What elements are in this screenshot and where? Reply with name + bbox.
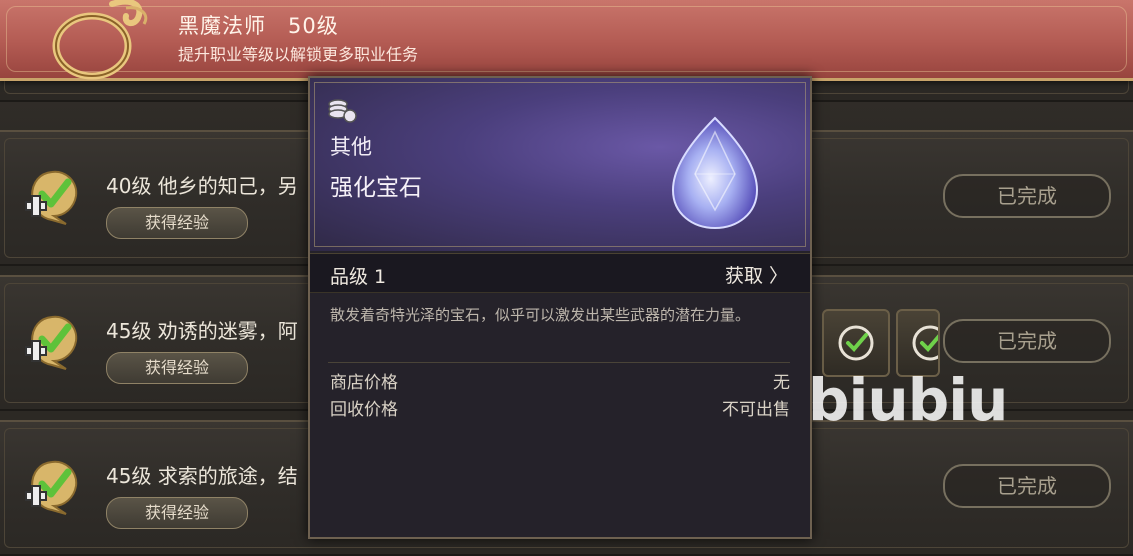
quest-check-icon bbox=[25, 460, 78, 515]
recycle-price-value: 不可出售 bbox=[722, 400, 790, 420]
job-title: 黑魔法师 50级 bbox=[178, 14, 339, 38]
item-category: 其他 bbox=[330, 135, 372, 159]
item-tooltip-banner: 其他 强化宝石 bbox=[310, 78, 810, 251]
item-name: 强化宝石 bbox=[330, 175, 422, 201]
get-exp-button[interactable]: 获得经验 bbox=[106, 352, 248, 384]
quest-title: 45级 劝诱的迷雾，阿 bbox=[106, 319, 298, 343]
item-tooltip: 其他 强化宝石 品级 1 获取 〉 散发着奇特光泽的宝石，似乎可以激发出某些武器… bbox=[308, 76, 812, 539]
completed-button[interactable]: 已完成 bbox=[943, 319, 1111, 363]
watermark: biubiu bbox=[808, 366, 1008, 434]
enhancement-gem-icon bbox=[671, 116, 759, 230]
recycle-price-label: 回收价格 bbox=[330, 400, 398, 420]
coins-icon bbox=[328, 99, 357, 123]
completed-button[interactable]: 已完成 bbox=[943, 174, 1111, 218]
completed-button[interactable]: 已完成 bbox=[943, 464, 1111, 508]
job-level-header: 黑魔法师 50级 提升职业等级以解锁更多职业任务 bbox=[0, 0, 1133, 81]
get-exp-button[interactable]: 获得经验 bbox=[106, 497, 248, 529]
item-description: 散发着奇特光泽的宝石，似乎可以激发出某些武器的潜在力量。 bbox=[330, 306, 751, 324]
quest-check-icon bbox=[25, 315, 78, 370]
acquire-button[interactable]: 获取 〉 bbox=[725, 261, 788, 288]
shop-price-value: 无 bbox=[773, 373, 790, 393]
level-six-emblem-icon bbox=[52, 0, 148, 80]
quest-title: 45级 求索的旅途，结 bbox=[106, 464, 298, 488]
quest-check-icon bbox=[25, 170, 78, 225]
divider bbox=[328, 362, 790, 363]
job-subtitle: 提升职业等级以解锁更多职业任务 bbox=[178, 45, 419, 64]
recycle-price-row: 回收价格 不可出售 bbox=[330, 395, 790, 420]
shop-price-label: 商店价格 bbox=[330, 373, 398, 393]
item-grade: 品级 1 bbox=[330, 266, 387, 288]
quest-title: 40级 他乡的知己，另 bbox=[106, 174, 298, 198]
grade-bar: 品级 1 获取 〉 bbox=[310, 253, 810, 293]
get-exp-button[interactable]: 获得经验 bbox=[106, 207, 248, 239]
shop-price-row: 商店价格 无 bbox=[330, 368, 790, 393]
